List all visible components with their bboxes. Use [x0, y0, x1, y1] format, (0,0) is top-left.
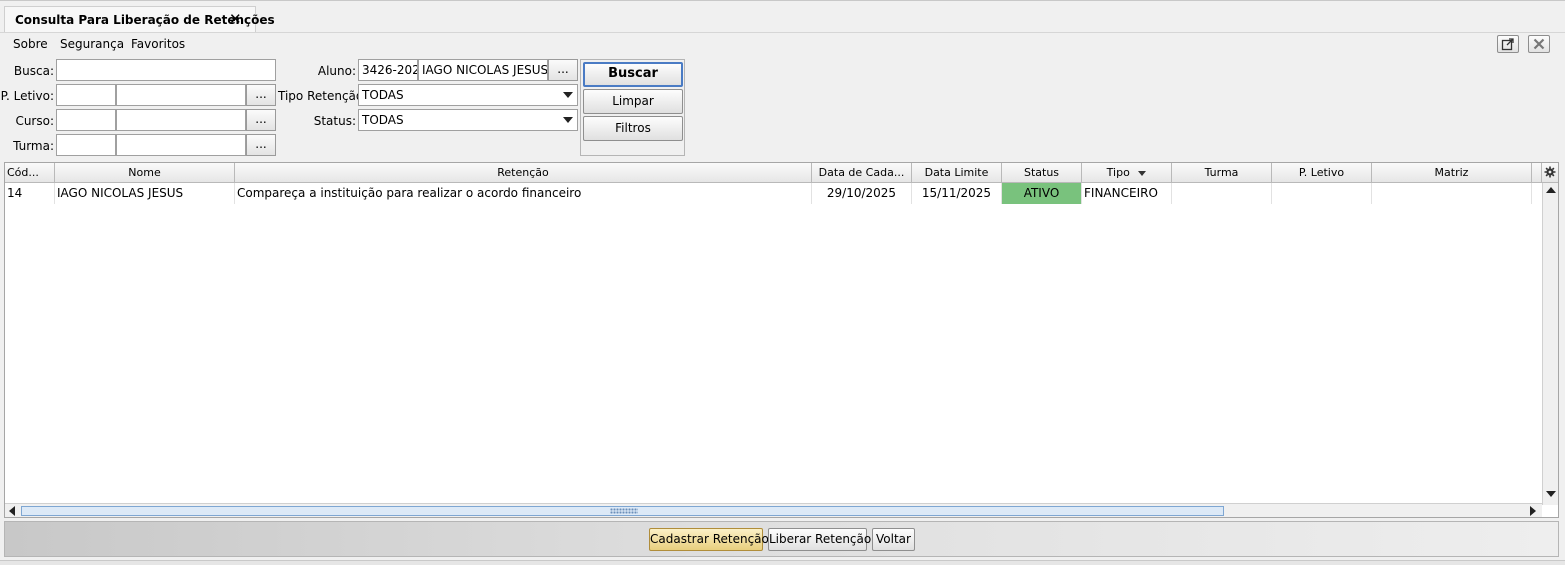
turma-code-input[interactable] — [56, 134, 116, 156]
scroll-right-icon[interactable] — [1530, 506, 1536, 516]
horizontal-scrollbar[interactable] — [5, 503, 1542, 517]
cell-data-cadastro: 29/10/2025 — [812, 183, 912, 204]
busca-input[interactable] — [56, 59, 276, 81]
periodo-name-input[interactable] — [116, 84, 246, 106]
column-header-data-cadastro[interactable]: Data de Cada... — [812, 163, 912, 183]
table-row[interactable]: 14 IAGO NICOLAS JESUS Compareça a instit… — [5, 183, 1542, 204]
column-header-periodo-letivo[interactable]: P. Letivo — [1272, 163, 1372, 183]
tab-consulta-retencoes[interactable]: Consulta Para Liberação de Retenções ✕ — [4, 6, 275, 33]
liberar-retencao-button[interactable]: Liberar Retenção — [768, 528, 871, 551]
tab-close-icon[interactable]: ✕ — [229, 10, 242, 28]
curso-code-input[interactable] — [56, 109, 116, 131]
curso-name-input[interactable] — [116, 109, 246, 131]
bottom-action-bar: Cadastrar Retenção Liberar Retenção Volt… — [4, 521, 1559, 557]
busca-label: Busca: — [13, 64, 54, 78]
retencoes-grid[interactable]: Cód... Nome Retenção Data de Cada... Dat… — [4, 162, 1559, 518]
horizontal-scroll-thumb[interactable] — [21, 506, 1224, 516]
turma-lookup-button[interactable]: ... — [246, 134, 276, 156]
cell-nome: IAGO NICOLAS JESUS — [55, 183, 235, 204]
status-label: Status: — [313, 114, 356, 128]
column-header-tipo[interactable]: Tipo — [1082, 163, 1172, 183]
periodo-lookup-button[interactable]: ... — [246, 84, 276, 106]
vertical-scrollbar[interactable] — [1542, 183, 1558, 505]
periodo-code-input[interactable] — [56, 84, 116, 106]
cell-codigo: 14 — [5, 183, 55, 204]
buscar-button[interactable]: Buscar — [583, 62, 683, 87]
external-window-icon[interactable] — [1497, 35, 1519, 53]
status-value: TODAS — [362, 113, 404, 127]
column-header-nome[interactable]: Nome — [55, 163, 235, 183]
cell-retencao: Compareça a instituição para realizar o … — [235, 183, 812, 204]
aluno-name-input[interactable]: IAGO NICOLAS JESUS — [418, 59, 548, 81]
tipo-retencao-label: Tipo Retenção: — [278, 89, 368, 103]
column-header-status[interactable]: Status — [1002, 163, 1082, 183]
aluno-code-input[interactable]: 3426-2022 — [358, 59, 418, 81]
scroll-left-icon[interactable] — [9, 506, 15, 516]
gear-icon[interactable] — [1542, 163, 1558, 183]
voltar-button[interactable]: Voltar — [872, 528, 915, 551]
column-header-retencao[interactable]: Retenção — [235, 163, 812, 183]
aluno-label: Aluno: — [317, 64, 356, 78]
turma-name-input[interactable] — [116, 134, 246, 156]
turma-label: Turma: — [13, 139, 54, 153]
cell-data-limite: 15/11/2025 — [912, 183, 1002, 204]
periodo-label: P. Letivo: — [0, 89, 54, 103]
curso-label: Curso: — [15, 114, 54, 128]
scroll-down-icon[interactable] — [1546, 491, 1556, 497]
cell-periodo-letivo — [1272, 183, 1372, 204]
filtros-button[interactable]: Filtros — [583, 116, 683, 141]
status-bar — [0, 560, 1565, 565]
chevron-down-icon — [563, 117, 573, 123]
menu-sobre[interactable]: Sobre — [13, 37, 48, 51]
tab-divider — [0, 32, 1565, 33]
column-header-matriz[interactable]: Matriz — [1372, 163, 1532, 183]
column-header-tipo-label: Tipo — [1106, 166, 1130, 179]
cell-turma — [1172, 183, 1272, 204]
column-header-turma[interactable]: Turma — [1172, 163, 1272, 183]
cadastrar-retencao-button[interactable]: Cadastrar Retenção — [649, 528, 769, 551]
sort-desc-icon — [1138, 170, 1147, 176]
grip-icon — [610, 508, 638, 514]
limpar-button[interactable]: Limpar — [583, 89, 683, 114]
tipo-retencao-value: TODAS — [362, 88, 404, 102]
menu-seguranca[interactable]: Segurança — [60, 37, 124, 51]
chevron-down-icon — [563, 92, 573, 98]
aluno-lookup-button[interactable]: ... — [548, 59, 578, 81]
curso-lookup-button[interactable]: ... — [246, 109, 276, 131]
column-header-data-limite[interactable]: Data Limite — [912, 163, 1002, 183]
cell-tipo: FINANCEIRO — [1082, 183, 1172, 204]
scroll-up-icon[interactable] — [1546, 187, 1556, 193]
status-select[interactable]: TODAS — [358, 109, 578, 131]
cell-matriz — [1372, 183, 1532, 204]
tipo-retencao-select[interactable]: TODAS — [358, 84, 578, 106]
column-header-codigo[interactable]: Cód... — [5, 163, 55, 183]
column-header-spacer — [1532, 163, 1542, 183]
status-badge: ATIVO — [1002, 183, 1082, 204]
close-icon[interactable] — [1528, 35, 1550, 53]
menu-favoritos[interactable]: Favoritos — [131, 37, 185, 51]
